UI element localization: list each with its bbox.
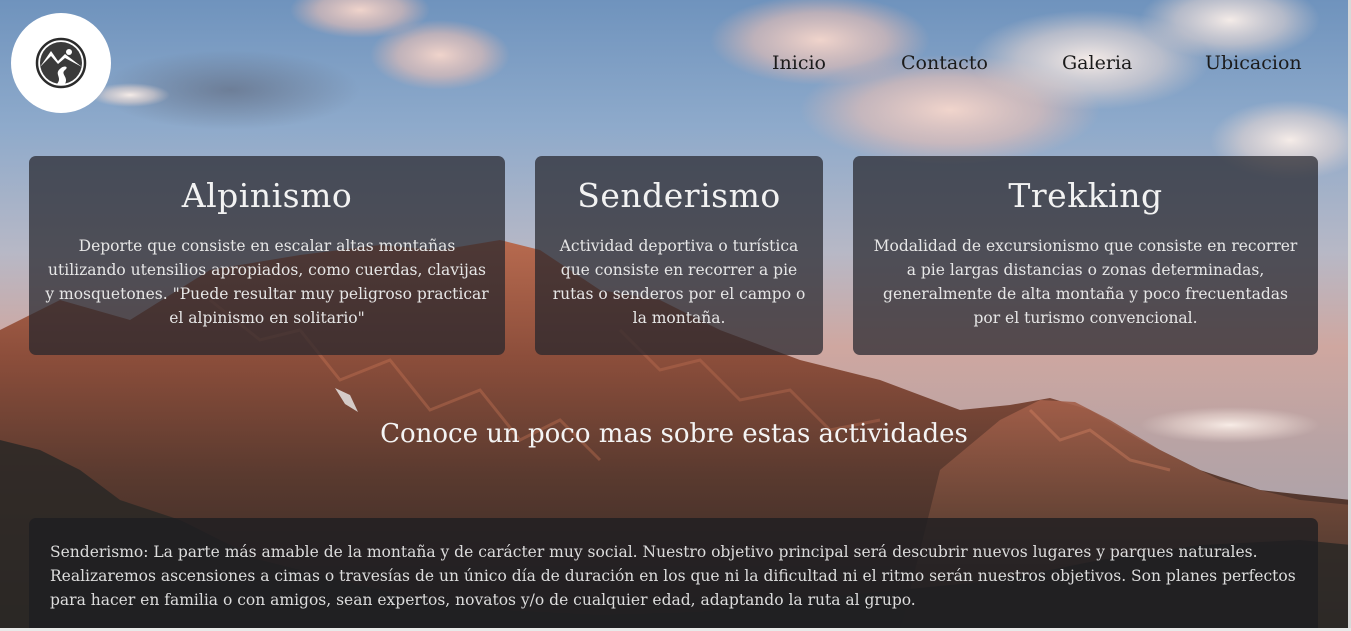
card-trekking: Trekking Modalidad de excursionismo que … <box>853 156 1318 355</box>
card-title: Alpinismo <box>181 176 353 215</box>
card-description: Deporte que consiste en escalar altas mo… <box>45 237 489 327</box>
card-description: Modalidad de excursionismo que consiste … <box>873 237 1298 327</box>
card-senderismo: Senderismo Actividad deportiva o turísti… <box>535 156 823 355</box>
card-alpinismo: Alpinismo Deporte que consiste en escala… <box>29 156 505 355</box>
info-box: Senderismo: La parte más amable de la mo… <box>29 518 1318 631</box>
info-text: Senderismo: La parte más amable de la mo… <box>50 543 1296 609</box>
nav-link-inicio[interactable]: Inicio <box>772 52 826 74</box>
card-description: Actividad deportiva o turística que cons… <box>552 237 806 327</box>
page: Inicio Contacto Galeria Ubicacion Alpini… <box>0 0 1351 631</box>
nav-link-galeria[interactable]: Galeria <box>1062 52 1132 74</box>
nav-link-ubicacion[interactable]: Ubicacion <box>1205 52 1302 74</box>
main-navigation: Inicio Contacto Galeria Ubicacion <box>0 52 1351 78</box>
card-title: Trekking <box>1008 176 1163 215</box>
card-title: Senderismo <box>577 176 781 215</box>
section-title: Conoce un poco mas sobre estas actividad… <box>380 419 968 449</box>
nav-link-contacto[interactable]: Contacto <box>901 52 988 74</box>
